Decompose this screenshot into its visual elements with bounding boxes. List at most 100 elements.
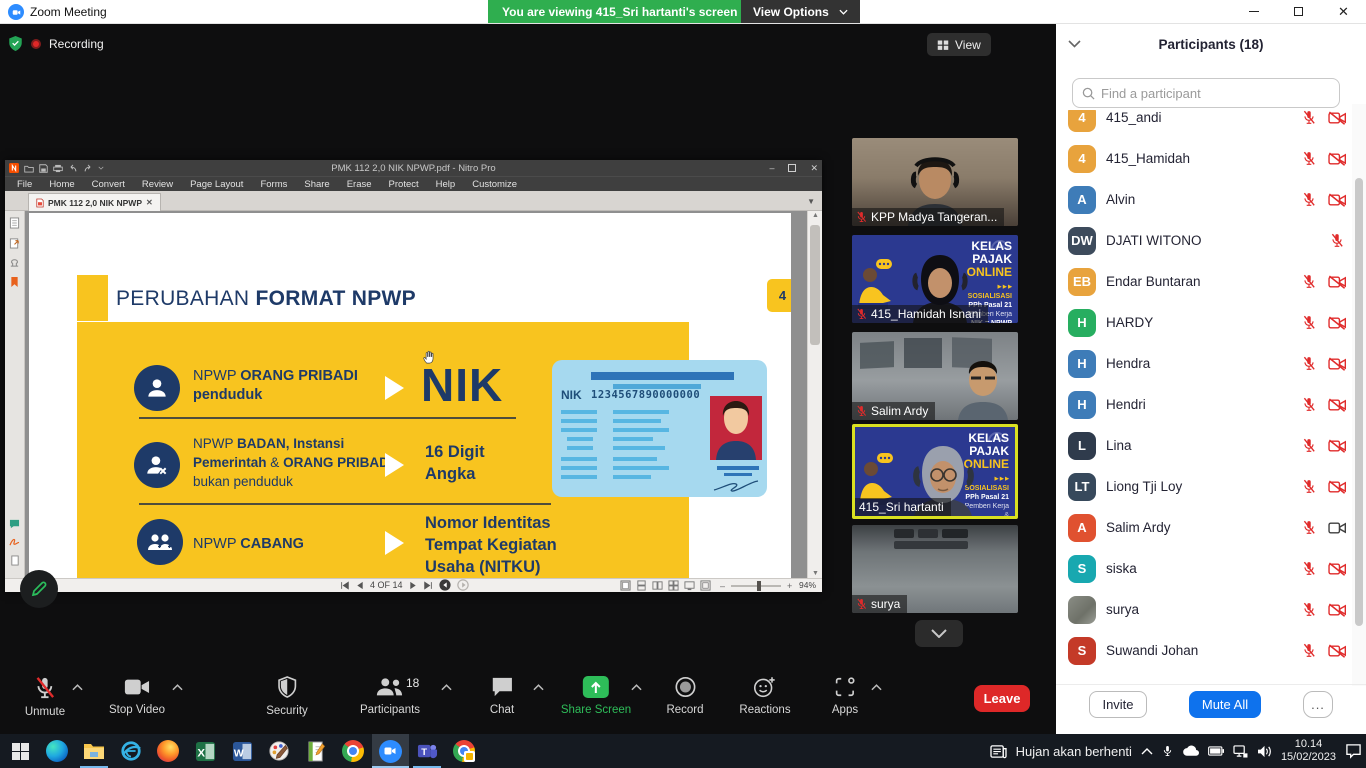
bookmarks-panel-icon[interactable] — [10, 276, 19, 288]
video-options-chevron[interactable] — [172, 684, 183, 691]
annotate-button[interactable] — [20, 570, 58, 608]
search-input[interactable] — [1101, 86, 1311, 101]
meeting-info-shield-icon[interactable] — [8, 35, 23, 52]
chat-options-chevron[interactable] — [533, 684, 544, 691]
participant-row[interactable]: ASalim Ardy — [1056, 507, 1352, 548]
participants-options-chevron[interactable] — [441, 684, 452, 691]
tab-close-icon[interactable]: ✕ — [146, 198, 153, 207]
comments-panel-icon[interactable] — [9, 519, 20, 529]
nitro-menu-home[interactable]: Home — [49, 179, 74, 190]
action-center-icon[interactable] — [1345, 743, 1362, 759]
firefox-icon[interactable] — [156, 739, 180, 763]
excel-icon[interactable]: X — [193, 739, 217, 763]
maximize-button[interactable] — [1276, 0, 1321, 23]
more-options-button[interactable]: ... — [1303, 691, 1333, 718]
last-page-icon[interactable] — [423, 581, 433, 590]
view-back-icon[interactable] — [439, 579, 451, 591]
file-explorer-icon[interactable] — [82, 739, 106, 763]
journal-icon[interactable] — [304, 739, 328, 763]
edge-icon[interactable] — [45, 739, 69, 763]
onedrive-icon[interactable] — [1182, 745, 1199, 757]
paint-icon[interactable] — [267, 739, 291, 763]
leave-button[interactable]: Leave — [974, 685, 1030, 712]
video-thumbnail-active-speaker[interactable]: KELASPAJAKONLINE ▶ ▶ ▶ SOSIALISASI PPh P… — [852, 424, 1018, 519]
share-options-chevron[interactable] — [631, 684, 642, 691]
chat-button[interactable]: Chat — [490, 676, 514, 716]
continuous-view-icon[interactable] — [636, 580, 647, 591]
signature-panel-icon[interactable] — [9, 537, 20, 547]
battery-icon[interactable] — [1208, 746, 1224, 756]
news-icon[interactable] — [990, 744, 1007, 759]
zoom-slider[interactable] — [730, 581, 782, 591]
participant-row[interactable]: EBEndar Buntaran — [1056, 261, 1352, 302]
zoom-in-icon[interactable]: + — [787, 581, 792, 591]
video-thumbnail[interactable]: surya — [852, 525, 1018, 613]
participant-row[interactable]: AAlvin — [1056, 179, 1352, 220]
apps-button[interactable]: Apps — [832, 676, 858, 716]
unmute-options-chevron[interactable] — [72, 684, 83, 691]
nitro-menu-file[interactable]: File — [17, 179, 32, 190]
nitro-menu-forms[interactable]: Forms — [260, 179, 287, 190]
word-icon[interactable]: W — [230, 739, 254, 763]
participant-row[interactable]: HHendri — [1056, 384, 1352, 425]
participant-row[interactable]: LTLiong Tji Loy — [1056, 466, 1352, 507]
participant-row[interactable]: HHendra — [1056, 343, 1352, 384]
nitro-menu-convert[interactable]: Convert — [92, 179, 125, 190]
stop-video-button[interactable]: Stop Video — [109, 676, 165, 716]
nitro-menu-protect[interactable]: Protect — [389, 179, 419, 190]
next-page-icon[interactable] — [409, 581, 417, 590]
export-panel-icon[interactable] — [9, 237, 20, 249]
video-thumbnail[interactable]: KELASPAJAKONLINE ▶ ▶ ▶ SOSIALISASI PPh P… — [852, 235, 1018, 323]
attachments-panel-icon[interactable] — [10, 555, 20, 566]
pages-panel-icon[interactable] — [9, 217, 20, 229]
video-thumbnail[interactable]: Salim Ardy — [852, 332, 1018, 420]
collapse-thumbnails-button[interactable] — [915, 620, 963, 647]
weather-text[interactable]: Hujan akan berhenti — [1016, 744, 1132, 759]
teams-icon[interactable]: T — [415, 739, 439, 763]
vertical-scrollbar[interactable]: ▲ ▼ — [807, 211, 822, 578]
reactions-button[interactable]: Reactions — [739, 676, 790, 716]
security-button[interactable]: Security — [266, 676, 308, 717]
invite-button[interactable]: Invite — [1089, 691, 1147, 718]
view-options-button[interactable]: View Options — [741, 0, 860, 23]
start-button[interactable] — [8, 739, 32, 763]
nitro-menu-page-layout[interactable]: Page Layout — [190, 179, 243, 190]
minimize-button[interactable] — [1231, 0, 1276, 23]
participant-row[interactable]: SSuwandi Johan — [1056, 630, 1352, 671]
participants-button[interactable]: 18 Participants — [360, 676, 420, 716]
first-page-icon[interactable] — [340, 581, 350, 590]
document-tab[interactable]: PMK 112 2,0 NIK NPWP ✕ — [28, 193, 161, 211]
nitro-minimize-button[interactable]: – — [769, 163, 774, 173]
participant-row[interactable]: 4415_andi — [1056, 110, 1352, 138]
nitro-maximize-button[interactable] — [788, 164, 796, 172]
tray-expand-chevron[interactable] — [1141, 747, 1153, 755]
tray-mic-icon[interactable] — [1162, 744, 1173, 758]
panel-scrollbar[interactable] — [1352, 104, 1366, 686]
participant-row[interactable]: DWDJATI WITONO — [1056, 220, 1352, 261]
nitro-menu-review[interactable]: Review — [142, 179, 173, 190]
unmute-button[interactable]: Unmute — [25, 676, 65, 718]
zoom-out-icon[interactable]: – — [720, 581, 725, 591]
participant-row[interactable]: Ssiska — [1056, 548, 1352, 589]
internet-explorer-icon[interactable] — [119, 739, 143, 763]
nitro-menu-erase[interactable]: Erase — [347, 179, 372, 190]
chrome-icon[interactable] — [341, 739, 365, 763]
clock[interactable]: 10.14 15/02/2023 — [1281, 738, 1336, 764]
close-button[interactable]: ✕ — [1321, 0, 1366, 23]
share-screen-button[interactable]: Share Screen — [561, 676, 631, 716]
nitro-close-button[interactable]: ✕ — [810, 163, 818, 174]
nitro-menu-share[interactable]: Share — [304, 179, 329, 190]
single-page-view-icon[interactable] — [620, 580, 631, 591]
nitro-menu-customize[interactable]: Customize — [472, 179, 517, 190]
participant-search[interactable] — [1072, 78, 1340, 108]
view-forward-icon[interactable] — [457, 579, 469, 591]
record-button[interactable]: Record — [666, 676, 703, 716]
fullscreen-view-icon[interactable] — [700, 580, 711, 591]
prev-page-icon[interactable] — [356, 581, 364, 590]
apps-options-chevron[interactable] — [871, 684, 882, 691]
participant-row[interactable]: HHARDY — [1056, 302, 1352, 343]
video-thumbnail[interactable]: KPP Madya Tangeran... — [852, 138, 1018, 226]
chrome-secondary-icon[interactable] — [452, 739, 476, 763]
network-icon[interactable] — [1233, 745, 1248, 758]
participant-row[interactable]: LLina — [1056, 425, 1352, 466]
